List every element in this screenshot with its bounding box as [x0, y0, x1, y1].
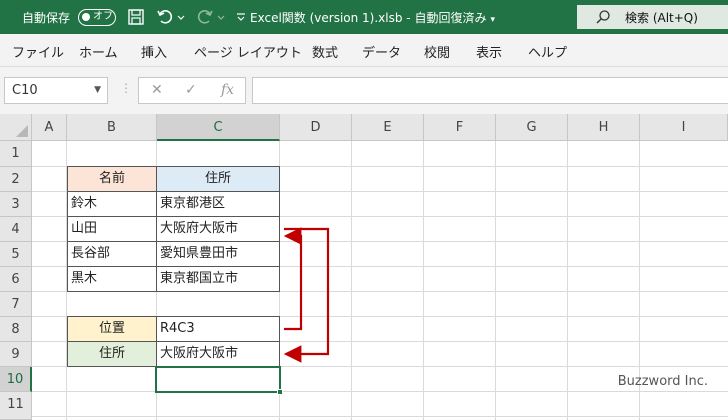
- row-header-7[interactable]: 7: [0, 292, 32, 317]
- name-box-value: C10: [12, 83, 38, 98]
- name-cell[interactable]: 黒木: [67, 266, 157, 292]
- row-header-4[interactable]: 4: [0, 217, 32, 242]
- row-header-6[interactable]: 6: [0, 267, 32, 292]
- name-cell[interactable]: 山田: [67, 216, 157, 242]
- address-value-cell[interactable]: 大阪府大阪市: [156, 341, 280, 367]
- column-header-h[interactable]: H: [568, 114, 640, 141]
- search-icon: [596, 10, 610, 24]
- gridline: [32, 391, 728, 392]
- tab-file[interactable]: ファイル: [12, 42, 64, 61]
- autosave-state: オフ: [93, 11, 113, 22]
- formula-input[interactable]: [252, 77, 728, 104]
- address-cell[interactable]: 東京都国立市: [156, 266, 280, 292]
- gridline: [423, 141, 424, 420]
- row-header-5[interactable]: 5: [0, 242, 32, 267]
- title-bar: 自動保存 オフ Excel関数 (version 1).xlsb - 自動回復済…: [0, 0, 728, 34]
- position-value-cell[interactable]: R4C3: [156, 316, 280, 342]
- chevron-down-icon: ▼: [94, 85, 101, 95]
- address-cell[interactable]: 東京都港区: [156, 191, 280, 217]
- undo-icon[interactable]: [156, 8, 174, 26]
- select-all-button[interactable]: [0, 114, 32, 141]
- chevron-down-icon: ▾: [490, 15, 495, 25]
- customize-qat-icon[interactable]: [236, 8, 246, 26]
- tab-data[interactable]: データ: [362, 42, 401, 61]
- column-header-d[interactable]: D: [280, 114, 352, 141]
- autosave-toggle[interactable]: オフ: [78, 9, 116, 26]
- column-header-c[interactable]: C: [157, 114, 280, 141]
- header-address-cell[interactable]: 住所: [156, 166, 280, 192]
- tab-review[interactable]: 校閲: [424, 42, 450, 61]
- ribbon-tabs: ファイル ホーム 挿入 ページ レイアウト 数式 データ 校閲 表示 ヘルプ: [0, 34, 728, 67]
- document-title-text: Excel関数 (version 1).xlsb - 自動回復済み: [250, 11, 487, 25]
- select-all-icon: [16, 125, 28, 137]
- column-header-f[interactable]: F: [424, 114, 496, 141]
- row-header-9[interactable]: 9: [0, 342, 32, 367]
- column-header-e[interactable]: E: [352, 114, 424, 141]
- name-cell[interactable]: 長谷部: [67, 241, 157, 267]
- row-header-10[interactable]: 10: [0, 367, 32, 392]
- worksheet-grid: A B C D E F G H I 1 2 3 4 5 6 7 8 9 10 1…: [0, 114, 728, 420]
- row-header-8[interactable]: 8: [0, 317, 32, 342]
- column-header-a[interactable]: A: [32, 114, 67, 141]
- column-header-b[interactable]: B: [67, 114, 157, 141]
- address-label-cell[interactable]: 住所: [67, 341, 157, 367]
- redo-dropdown-icon[interactable]: [216, 8, 226, 26]
- arrow-address-to-result: [283, 227, 330, 363]
- document-title[interactable]: Excel関数 (version 1).xlsb - 自動回復済み ▾: [250, 9, 495, 26]
- arrow-position-to-row: [283, 227, 303, 331]
- enter-icon[interactable]: ✓: [185, 82, 197, 98]
- watermark: Buzzword Inc.: [617, 374, 708, 389]
- autosave-label: 自動保存: [22, 11, 71, 25]
- tab-page-layout[interactable]: ページ レイアウト: [194, 42, 302, 61]
- column-header-i[interactable]: I: [640, 114, 728, 141]
- row-header-2[interactable]: 2: [0, 167, 32, 192]
- save-icon[interactable]: [127, 8, 145, 26]
- gridline: [495, 141, 496, 420]
- search-box[interactable]: 検索 (Alt+Q): [577, 5, 728, 29]
- formula-buttons: ✕ ✓ fx: [138, 77, 246, 104]
- position-label-cell[interactable]: 位置: [67, 316, 157, 342]
- name-cell[interactable]: 鈴木: [67, 191, 157, 217]
- formula-bar: C10 ▼ ⋮ ✕ ✓ fx: [0, 67, 728, 114]
- address-cell[interactable]: 大阪府大阪市: [156, 216, 280, 242]
- column-header-g[interactable]: G: [496, 114, 568, 141]
- fill-handle[interactable]: [277, 389, 283, 395]
- tab-formulas[interactable]: 数式: [312, 42, 338, 61]
- name-box[interactable]: C10 ▼: [4, 77, 108, 104]
- row-header-1[interactable]: 1: [0, 141, 32, 167]
- undo-dropdown-icon[interactable]: [176, 8, 186, 26]
- reference-arrows: [283, 227, 330, 363]
- gridline: [32, 416, 728, 417]
- cancel-icon[interactable]: ✕: [151, 82, 163, 98]
- active-cell-c10[interactable]: [155, 366, 283, 395]
- more-icon: ⋮: [120, 81, 132, 95]
- redo-icon[interactable]: [196, 8, 214, 26]
- address-cell[interactable]: 愛知県豊田市: [156, 241, 280, 267]
- insert-function-icon[interactable]: fx: [221, 82, 234, 98]
- tab-insert[interactable]: 挿入: [141, 42, 167, 61]
- tab-home[interactable]: ホーム: [79, 42, 118, 61]
- header-name-cell[interactable]: 名前: [67, 166, 157, 192]
- row-header-3[interactable]: 3: [0, 192, 32, 217]
- row-header-11[interactable]: 11: [0, 392, 32, 420]
- toggle-knob: [82, 13, 90, 21]
- tab-view[interactable]: 表示: [476, 42, 502, 61]
- gridline: [567, 141, 568, 420]
- gridline: [351, 141, 352, 420]
- tab-help[interactable]: ヘルプ: [528, 42, 567, 61]
- search-label: 検索 (Alt+Q): [625, 11, 698, 25]
